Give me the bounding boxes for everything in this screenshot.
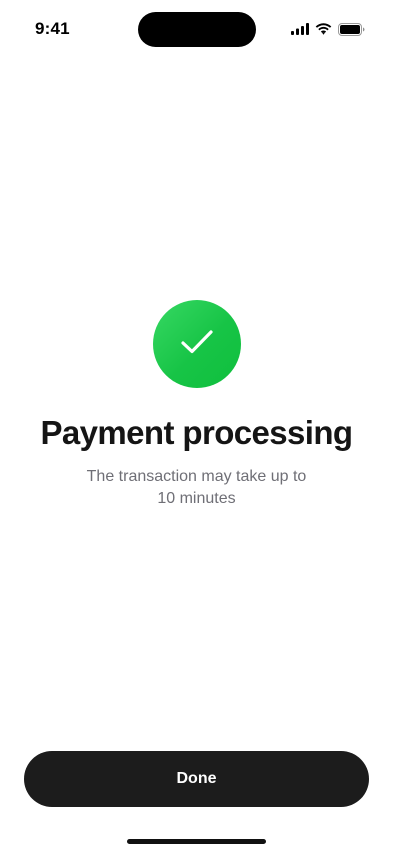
checkmark-icon [180,329,214,360]
wifi-icon [315,23,332,35]
page-title: Payment processing [40,414,354,451]
home-indicator[interactable] [127,839,266,844]
status-bar: 9:41 [0,0,393,60]
success-badge [152,300,241,388]
subtitle: The transaction may take up to 10 minute… [86,468,307,507]
done-button[interactable]: Done [24,751,369,807]
status-time: 9:41 [35,19,70,38]
signal-icon [291,23,309,35]
dynamic-island [138,12,256,47]
done-button-label: Done [176,770,217,787]
payment-status: Payment processing The transaction may t… [0,300,393,510]
status-icons [291,22,365,36]
battery-icon [338,22,365,36]
